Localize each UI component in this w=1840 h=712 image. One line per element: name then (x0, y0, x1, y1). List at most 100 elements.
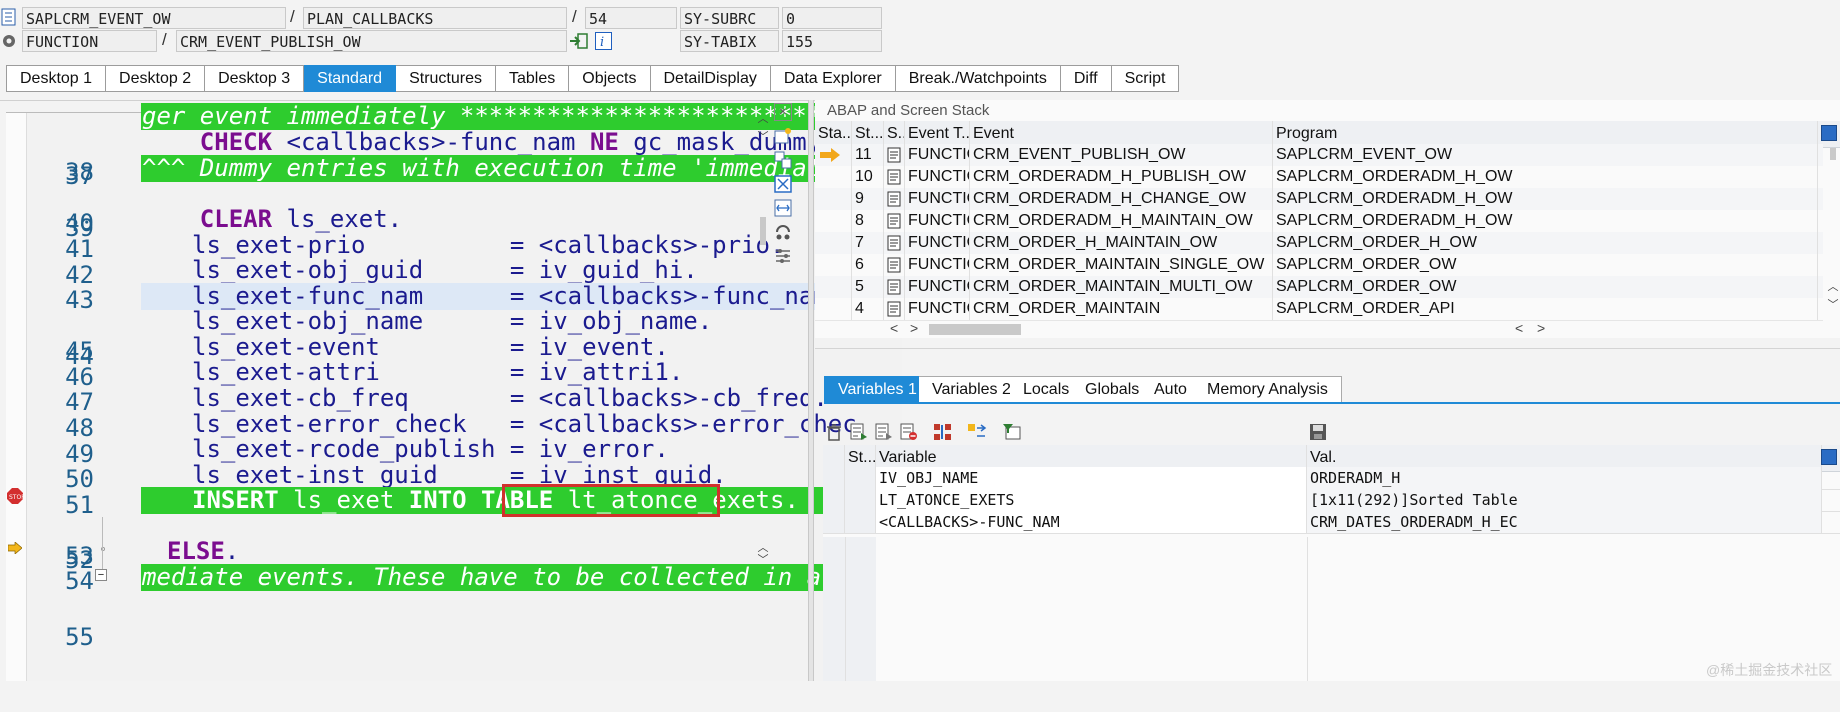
scroll-down-icon[interactable]: ︿ ﹀ (756, 542, 770, 572)
scroll-left-icon[interactable]: < (890, 320, 898, 336)
resize-icon[interactable] (774, 199, 792, 217)
variable-row[interactable]: <CALLBACKS>-FUNC_NAM CRM_DATES_ORDERADM_H… (823, 511, 1840, 534)
tab-structures[interactable]: Structures (396, 65, 496, 92)
event-type: FUNCTIO... (905, 210, 970, 232)
abap-stack-panel: ABAP and Screen Stack Sta... St... S... … (815, 100, 1840, 338)
event-type: FUNCTIO... (905, 298, 970, 320)
stack-row[interactable]: 4 FUNCTIO...CRM_ORDER_MAINTAINSAPLCRM_ORD… (815, 298, 1823, 321)
tab-desktop-3[interactable]: Desktop 3 (205, 65, 305, 92)
column-settings-icon[interactable] (1821, 125, 1837, 141)
cell (884, 144, 905, 166)
event-name: CRM_ORDERADM_H_CHANGE_OW (970, 188, 1273, 210)
source-code-icon (887, 147, 901, 163)
cell (884, 298, 905, 320)
stack-row[interactable]: 11 FUNCTIO...CRM_EVENT_PUBLISH_OWSAPLCRM_… (815, 144, 1823, 167)
tab-diff[interactable]: Diff (1060, 65, 1112, 92)
breakpoint-stop-icon[interactable]: STOP (7, 488, 25, 504)
cell (815, 144, 852, 166)
scroll-right-icon[interactable]: > (910, 320, 918, 336)
include-field[interactable]: PLAN_CALLBACKS (303, 7, 567, 29)
variable-name[interactable]: IV_OBJ_NAME (876, 467, 1307, 489)
stack-vscroll[interactable]: ︿ ﹀ (1826, 148, 1840, 320)
cell (815, 166, 852, 188)
fold-toggle-icon[interactable]: − (95, 569, 107, 581)
tab-variables-2[interactable]: Variables 2 (919, 376, 1025, 403)
settings-icon[interactable] (774, 247, 792, 265)
variable-name[interactable]: <CALLBACKS>-FUNC_NAM (876, 511, 1307, 533)
editor-scrollbar[interactable]: ︿ ﹀ (756, 113, 770, 570)
tab-script[interactable]: Script (1111, 65, 1180, 92)
insert-row-icon[interactable] (850, 423, 868, 441)
event-type: FUNCTIO... (905, 144, 970, 166)
current-position-arrow-icon (7, 541, 23, 555)
divider (815, 348, 1840, 349)
new-window-icon[interactable] (774, 127, 792, 145)
sy-subrc-value[interactable]: 0 (782, 7, 882, 29)
stack-row[interactable]: 8 FUNCTIO...CRM_ORDERADM_H_MAINTAIN_OWSAP… (815, 210, 1823, 233)
tab-data-explorer[interactable]: Data Explorer (770, 65, 896, 92)
scroll-thumb[interactable] (929, 324, 1021, 335)
tab-breakpoints[interactable]: Break./Watchpoints (895, 65, 1061, 92)
scroll-left-icon[interactable]: < (1515, 320, 1523, 336)
tab-desktop-2[interactable]: Desktop 2 (106, 65, 206, 92)
cell (884, 254, 905, 276)
tree-icon[interactable] (933, 423, 953, 441)
line-field[interactable]: 54 (585, 7, 677, 29)
variable-value[interactable]: CRM_DATES_ORDERADM_H_EC (1307, 511, 1822, 533)
source-code-icon (887, 169, 901, 185)
tab-objects[interactable]: Objects (569, 65, 651, 92)
tab-tables[interactable]: Tables (496, 65, 570, 92)
stack-row[interactable]: 10 FUNCTIO...CRM_ORDERADM_H_PUBLISH_OWSAP… (815, 166, 1823, 189)
tab-detaildisplay[interactable]: DetailDisplay (650, 65, 771, 92)
stack-row[interactable]: 7 FUNCTIO...CRM_ORDER_H_MAINTAIN_OWSAPLCR… (815, 232, 1823, 255)
filter-icon[interactable] (1002, 423, 1022, 441)
scroll-thumb[interactable] (760, 217, 766, 245)
swap-icon[interactable] (774, 151, 792, 169)
insert-after-icon[interactable] (875, 423, 893, 441)
scroll-up-icon[interactable]: ︿ (756, 113, 770, 125)
variable-name[interactable]: LT_ATONCE_EXETS (876, 489, 1307, 511)
sy-tabix-value[interactable]: 155 (782, 30, 882, 52)
transfer-icon[interactable] (967, 423, 987, 441)
stack-row[interactable]: 6 FUNCTIO...CRM_ORDER_MAINTAIN_SINGLE_OWS… (815, 254, 1823, 277)
tab-variables-1[interactable]: Variables 1 (824, 376, 931, 403)
function-name-field[interactable]: CRM_EVENT_PUBLISH_OW (176, 30, 567, 52)
type-field[interactable]: FUNCTION (22, 30, 157, 52)
variable-value[interactable]: [1x11(292)]Sorted Table (1307, 489, 1822, 511)
stack-level: 9 (852, 188, 884, 210)
info-icon[interactable]: i (595, 32, 612, 50)
stack-row[interactable]: 9 FUNCTIO...CRM_ORDERADM_H_CHANGE_OWSAPLC… (815, 188, 1823, 211)
cell (815, 232, 852, 254)
navigate-icon[interactable] (569, 32, 589, 50)
variable-row[interactable]: LT_ATONCE_EXETS [1x11(292)]Sorted Table (823, 489, 1840, 512)
scroll-up-icon[interactable]: ︿ (1826, 278, 1840, 294)
variable-value[interactable]: ORDERADM_H (1307, 467, 1822, 489)
program-icon (1, 7, 17, 27)
stack-hscroll[interactable]: < > < > (885, 320, 1840, 338)
gear-icon (0, 32, 18, 50)
scroll-down-icon[interactable]: ﹀ (756, 131, 770, 143)
stack-row[interactable]: 5 FUNCTIO...CRM_ORDER_MAINTAIN_MULTI_OWSA… (815, 276, 1823, 299)
breakpoint-gutter[interactable] (6, 113, 27, 681)
tab-desktop-1[interactable]: Desktop 1 (6, 65, 107, 92)
pane-splitter[interactable] (808, 100, 814, 681)
program-field[interactable]: SAPLCRM_EVENT_OW (22, 7, 286, 29)
grid-area (823, 537, 845, 681)
tab-standard[interactable]: Standard (304, 65, 397, 92)
tab-memory-analysis[interactable]: Memory Analysis (1194, 376, 1342, 403)
remove-row-icon[interactable] (900, 423, 918, 441)
variable-row[interactable]: IV_OBJ_NAME ORDERADM_H (823, 467, 1840, 490)
save-icon[interactable] (1309, 423, 1327, 441)
tab-auto[interactable]: Auto (1141, 376, 1201, 403)
column-settings-icon[interactable] (1821, 449, 1837, 465)
program-name: SAPLCRM_ORDER_OW (1273, 276, 1818, 298)
maximize-icon[interactable] (774, 175, 792, 193)
delete-icon[interactable] (825, 423, 843, 441)
variables-grid: St... Variable Val. IV_OBJ_NAME ORDERADM_… (823, 445, 1840, 681)
close-icon[interactable]: × (774, 103, 792, 121)
source-code-icon (887, 279, 901, 295)
scroll-down-icon[interactable]: ﹀ (1826, 296, 1840, 312)
scroll-right-icon[interactable]: > (1537, 320, 1545, 336)
source-code-editor[interactable]: 37 ger event immediately ***************… (6, 102, 908, 681)
refresh-icon[interactable] (774, 223, 792, 241)
